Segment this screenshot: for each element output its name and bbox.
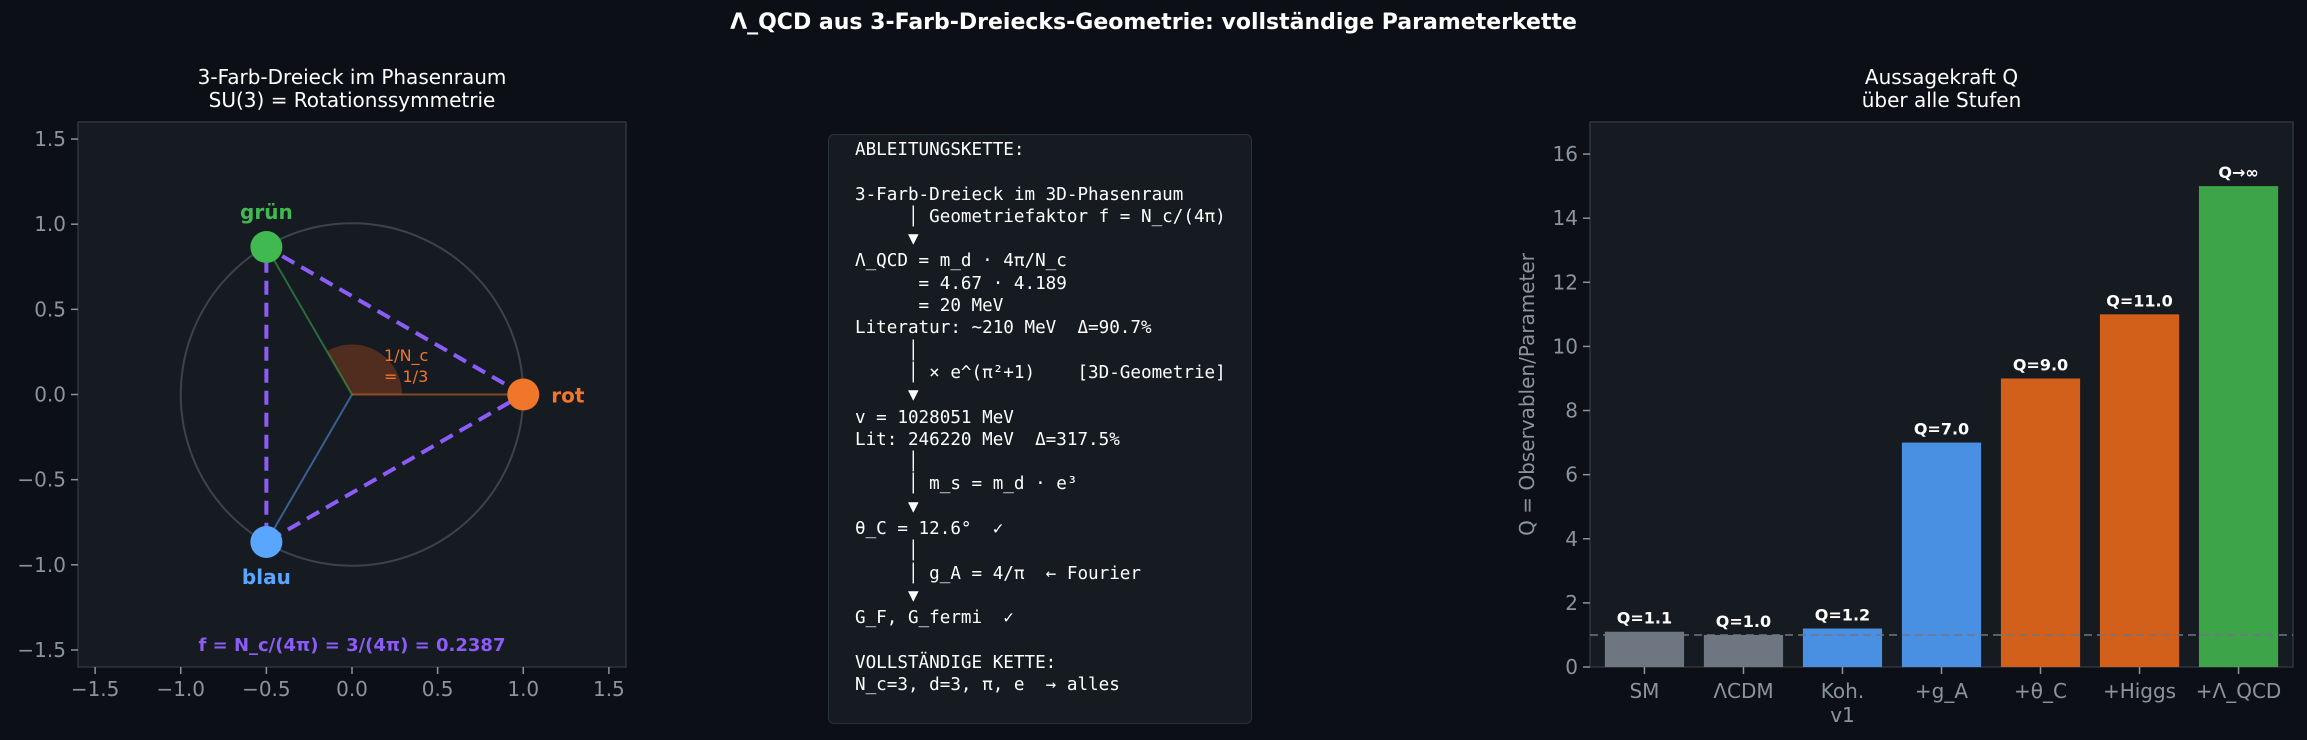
vertex-blau	[250, 525, 283, 558]
x-tick-label: −1.5	[71, 677, 120, 701]
y-tick-label: 0.5	[34, 297, 66, 321]
bar-data-label: Q=1.2	[1815, 606, 1870, 625]
bar	[1901, 442, 1982, 667]
vertex-rot	[507, 378, 540, 411]
x-tick-label-line2: v1	[1830, 703, 1855, 727]
bar-data-label: Q=7.0	[1914, 420, 1969, 439]
x-tick-label: Koh.	[1821, 679, 1864, 703]
angle-label-line2: = 1/3	[384, 367, 428, 386]
x-tick-label: 0.5	[422, 677, 454, 701]
y-tick-label: 10	[1553, 334, 1578, 358]
bar	[1604, 631, 1685, 667]
y-tick-label: −1.5	[17, 638, 66, 662]
x-tick-label: 0.0	[336, 677, 368, 701]
vertex-grün	[250, 231, 283, 264]
y-tick-label: −0.5	[17, 468, 66, 492]
y-tick-label: 12	[1553, 270, 1578, 294]
y-tick-label: 0.0	[34, 383, 66, 407]
x-tick-label: SM	[1629, 679, 1659, 703]
vertex-label-blau: blau	[242, 565, 291, 589]
bar-data-label: Q=1.0	[1716, 612, 1771, 631]
derivation-chain-text: ABLEITUNGSKETTE: 3-Farb-Dreieck im 3D-Ph…	[855, 140, 1226, 696]
y-tick-label: 4	[1565, 527, 1578, 551]
y-tick-label: 14	[1553, 206, 1578, 230]
y-tick-label: 8	[1565, 399, 1578, 423]
x-tick-label: +θ_C	[2014, 679, 2067, 703]
bar	[1703, 634, 1784, 667]
x-tick-label: +Λ_QCD	[2196, 679, 2282, 703]
y-tick-label: 6	[1565, 463, 1578, 487]
bar-data-label: Q→∞	[2218, 163, 2258, 182]
x-tick-label: +g_A	[1915, 679, 1968, 703]
y-tick-label: −1.0	[17, 553, 66, 577]
y-axis-label: Q = Observablen/Parameter	[1515, 252, 1539, 535]
x-tick-label: ΛCDM	[1713, 679, 1773, 703]
x-tick-label: +Higgs	[2103, 679, 2176, 703]
angle-label-line1: 1/N_c	[384, 346, 428, 366]
x-tick-label: 1.0	[507, 677, 539, 701]
bar	[2198, 186, 2279, 667]
x-tick-label: −1.0	[156, 677, 205, 701]
phase-space-plot: −1.5 −1.0 −0.5 0.0 0.5 1.0 1.5 −1.5 −1.0 −0.5 0.0 0…	[17, 121, 627, 701]
y-tick-label: 1.0	[34, 212, 66, 236]
derivation-chain-box: ABLEITUNGSKETTE: 3-Farb-Dreieck im 3D-Ph…	[828, 134, 1252, 724]
x-tick-label: −0.5	[242, 677, 291, 701]
bar-data-label: Q=11.0	[2106, 291, 2172, 310]
x-tick-label: 1.5	[593, 677, 625, 701]
bar	[2099, 314, 2180, 667]
y-tick-label: 0	[1565, 655, 1578, 679]
y-tick-label: 16	[1553, 142, 1578, 166]
q-bar-chart: 0 2 4 6 8 10 12 14 16 SM ΛCDM Koh.v1 +g_A +θ_C +Higgs +…	[1515, 121, 2294, 727]
y-tick-label: 2	[1565, 591, 1578, 615]
y-tick-label: 1.5	[34, 127, 66, 151]
bar	[2000, 378, 2081, 667]
geometry-factor-formula: f = N_c/(4π) = 3/(4π) = 0.2387	[199, 635, 506, 656]
vertex-label-grün: grün	[240, 200, 293, 224]
vertex-label-rot: rot	[551, 384, 585, 408]
bar-data-label: Q=9.0	[2013, 355, 2068, 374]
bar-data-label: Q=1.1	[1617, 609, 1672, 628]
